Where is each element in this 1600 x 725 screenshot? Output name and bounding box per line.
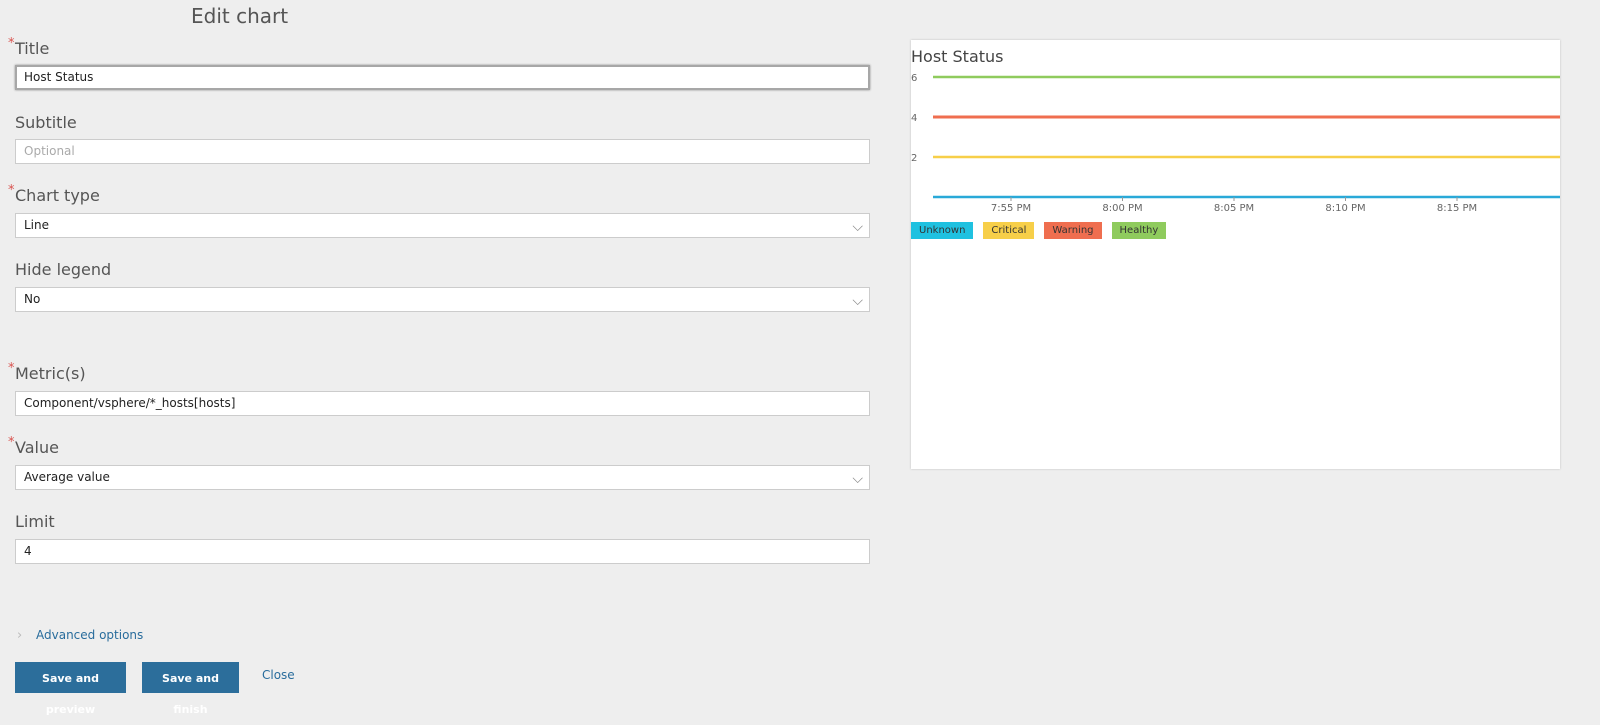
- value-label: Value: [15, 438, 59, 457]
- save-and-preview-button[interactable]: Save and preview: [15, 662, 126, 716]
- chevron-down-icon: ⌵: [852, 471, 863, 487]
- legend-item-critical[interactable]: Critical: [983, 222, 1035, 239]
- required-mark: *: [8, 361, 15, 376]
- chevron-down-icon: ⌵: [852, 219, 863, 235]
- legend-item-unknown[interactable]: Unknown: [911, 222, 974, 239]
- legend-item-healthy[interactable]: Healthy: [1111, 222, 1167, 239]
- required-mark: *: [8, 435, 15, 450]
- value-select[interactable]: Average value ⌵: [15, 465, 870, 490]
- chart-legend: Unknown Critical Warning Healthy: [911, 222, 1167, 239]
- y-tick-label: 6: [911, 73, 917, 84]
- x-tick-label: 8:15 PM: [1437, 203, 1477, 214]
- subtitle-input[interactable]: Optional: [15, 139, 870, 164]
- chart-type-value: Line: [24, 218, 50, 232]
- title-input[interactable]: Host Status: [15, 65, 870, 90]
- page-title: Edit chart: [191, 4, 289, 28]
- x-tick-label: 8:00 PM: [1102, 203, 1142, 214]
- chart-plot: 2 4 6 7:55 PM 8:00 PM 8:05 PM 8:10 PM 8:15 PM: [911, 73, 1560, 214]
- chart-type-select[interactable]: Line ⌵: [15, 213, 870, 238]
- chart-preview-panel: Host Status 2 4 6 7:55 PM 8:00 PM 8:05 PM 8:10…: [911, 40, 1560, 469]
- value-selected: Average value: [24, 470, 110, 484]
- limit-value: 4: [24, 544, 32, 558]
- x-tick-label: 7:55 PM: [991, 203, 1031, 214]
- hide-legend-value: No: [24, 292, 41, 306]
- y-tick-label: 2: [911, 153, 917, 164]
- limit-input[interactable]: 4: [15, 539, 870, 564]
- chevron-down-icon: ⌵: [852, 293, 863, 309]
- metrics-input[interactable]: Component/vsphere/*_hosts[hosts]: [15, 391, 870, 416]
- x-tick-label: 8:10 PM: [1325, 203, 1365, 214]
- limit-label: Limit: [15, 512, 55, 531]
- close-link[interactable]: Close: [262, 668, 295, 682]
- metrics-value: Component/vsphere/*_hosts[hosts]: [24, 396, 236, 410]
- chart-type-label: Chart type: [15, 186, 100, 205]
- hide-legend-label: Hide legend: [15, 260, 112, 279]
- save-and-finish-button[interactable]: Save and finish: [142, 662, 239, 716]
- x-tick-label: 8:05 PM: [1214, 203, 1254, 214]
- chevron-right-icon: ›: [17, 628, 23, 643]
- metrics-label: Metric(s): [15, 364, 86, 383]
- title-label: Title: [15, 39, 50, 58]
- subtitle-label: Subtitle: [15, 113, 77, 132]
- advanced-options-link[interactable]: Advanced options: [36, 628, 143, 642]
- y-tick-label: 4: [911, 113, 917, 124]
- title-value: Host Status: [24, 70, 94, 84]
- hide-legend-select[interactable]: No ⌵: [15, 287, 870, 312]
- required-mark: *: [8, 183, 15, 198]
- legend-item-warning[interactable]: Warning: [1044, 222, 1102, 239]
- subtitle-placeholder: Optional: [24, 144, 75, 158]
- required-mark: *: [8, 36, 15, 51]
